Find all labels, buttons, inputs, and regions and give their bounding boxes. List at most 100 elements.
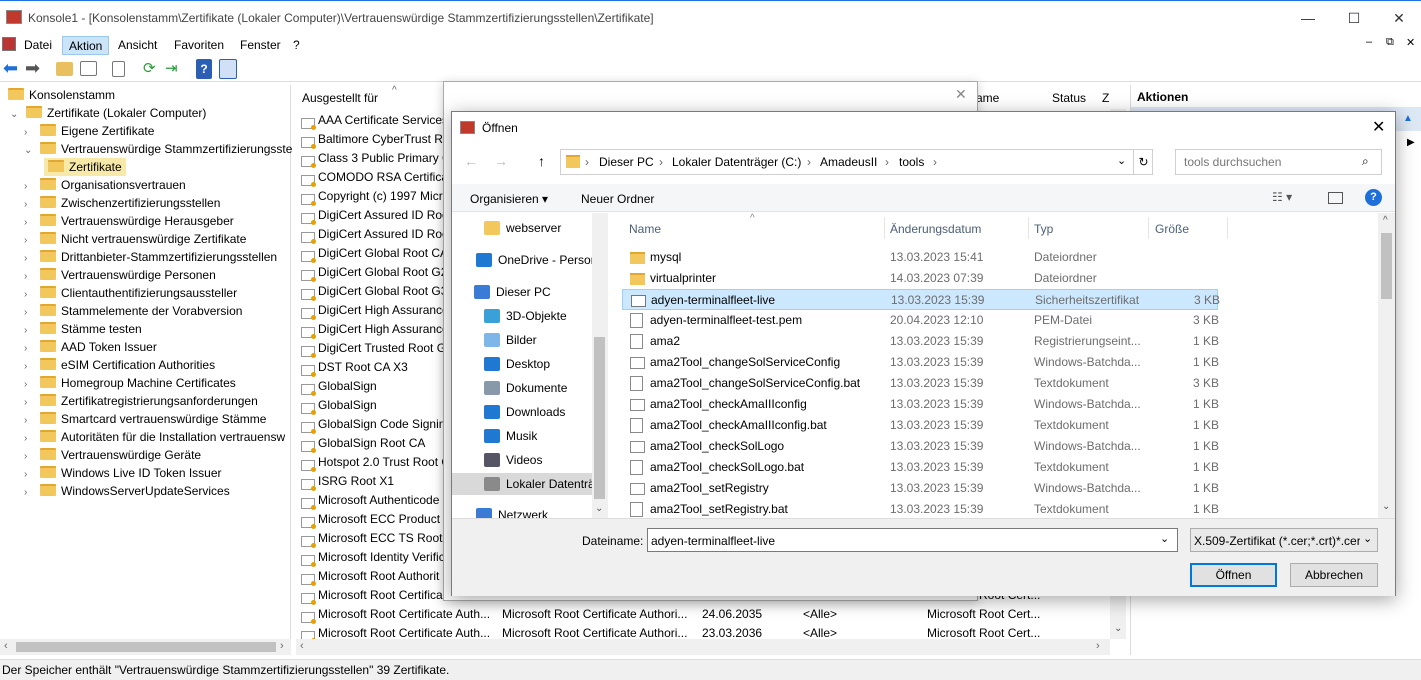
tree-item[interactable]: › eSIM Certification Authorities: [24, 356, 215, 374]
bg-dialog-close-icon[interactable]: ✕: [955, 86, 967, 103]
tree-item[interactable]: › Stämme testen: [24, 320, 142, 338]
file-row[interactable]: adyen-terminalfleet-test.pem 20.04.2023 1…: [622, 310, 1219, 331]
file-row[interactable]: ama2Tool_checkAmaIIIconfig.bat 13.03.2023…: [622, 415, 1219, 436]
nav-item[interactable]: Downloads: [484, 401, 565, 423]
search-input[interactable]: tools durchsuchen: [1175, 149, 1382, 175]
tree-item[interactable]: › Nicht vertrauenswürdige Zertifikate: [24, 230, 246, 248]
file-row[interactable]: ama2Tool_changeSolServiceConfig.bat 13.03…: [622, 373, 1219, 394]
new-folder-button[interactable]: Neuer Ordner: [581, 192, 654, 206]
nav-item[interactable]: Desktop: [484, 353, 550, 375]
nav-item[interactable]: Dieser PC: [474, 281, 551, 303]
breadcrumb-local-disk[interactable]: Lokaler Datenträger (C:): [672, 155, 801, 169]
open-button[interactable]: Öffnen: [1190, 563, 1277, 587]
collapse-arrow-icon[interactable]: ⌄: [24, 142, 36, 160]
folder-row[interactable]: mysql 13.03.2023 15:41 Dateiordner: [622, 247, 1218, 268]
col-name[interactable]: Name: [629, 222, 661, 236]
tree-item[interactable]: › Windows Live ID Token Issuer: [24, 464, 222, 482]
tree-item[interactable]: › Clientauthentifizierungsaussteller: [24, 284, 237, 302]
breadcrumb-amadeus[interactable]: AmadeusII: [820, 155, 877, 169]
file-row[interactable]: ama2Tool_checkSolLogo 13.03.2023 15:39 Win…: [622, 436, 1219, 457]
breadcrumb-tools[interactable]: tools: [899, 155, 924, 169]
tree-item[interactable]: › Eigene Zertifikate: [24, 122, 154, 140]
tree-item[interactable]: › Organisationsvertrauen: [24, 176, 186, 194]
tree-item[interactable]: › Vertrauenswürdige Herausgeber: [24, 212, 234, 230]
nav-item[interactable]: webserver: [484, 217, 561, 239]
folder-row[interactable]: virtualprinter 14.03.2023 07:39 Dateiordne…: [622, 268, 1218, 289]
menu-datei[interactable]: Datei: [18, 36, 58, 55]
nav-up-icon[interactable]: ↑: [538, 153, 545, 169]
tree-item[interactable]: › Autoritäten für die Installation vertra…: [24, 428, 285, 446]
address-refresh-icon[interactable]: ↻: [1133, 150, 1153, 174]
maximize-button[interactable]: ☐: [1331, 1, 1377, 35]
nav-item[interactable]: Netzwerk: [476, 504, 548, 518]
close-button[interactable]: ✕: [1376, 1, 1421, 35]
col-date[interactable]: Änderungsdatum: [890, 222, 981, 236]
minimize-button[interactable]: —: [1285, 1, 1331, 35]
forward-icon[interactable]: ➡: [25, 59, 45, 79]
nav-item[interactable]: Dokumente: [484, 377, 567, 399]
file-row[interactable]: adyen-terminalfleet-live 13.03.2023 15:39…: [622, 289, 1220, 310]
tree-item[interactable]: Zertifikate: [44, 158, 126, 176]
file-row[interactable]: ama2 13.03.2023 15:39 Registrierungseint..…: [622, 331, 1219, 352]
tree-horizontal-scrollbar[interactable]: ‹ ›: [0, 639, 291, 655]
back-icon[interactable]: ⬅: [3, 59, 23, 79]
nav-item[interactable]: Videos: [484, 449, 542, 471]
col-issued-to[interactable]: Ausgestellt für: [302, 85, 378, 111]
menu-help[interactable]: ?: [287, 36, 306, 55]
file-row[interactable]: ama2Tool_changeSolServiceConfig 13.03.202…: [622, 352, 1219, 373]
expand-arrow-icon[interactable]: ›: [24, 484, 36, 502]
col-status[interactable]: Status: [1052, 85, 1086, 111]
tree-item[interactable]: Konsolenstamm: [4, 86, 115, 104]
actions-collapse-icon[interactable]: ▲: [1403, 113, 1413, 124]
show-hide-tree-icon[interactable]: [80, 61, 97, 76]
filename-dropdown-icon[interactable]: ⌄: [1160, 532, 1169, 545]
preview-pane-icon[interactable]: [1328, 192, 1343, 204]
nav-back-icon[interactable]: ←: [464, 153, 478, 169]
nav-item[interactable]: 3D-Objekte: [484, 305, 567, 327]
nav-forward-icon[interactable]: →: [494, 153, 508, 169]
col-type[interactable]: Typ: [1034, 222, 1053, 236]
list-horizontal-scrollbar[interactable]: ‹ ›: [296, 639, 1110, 655]
file-row[interactable]: ama2Tool_setRegistry.bat 13.03.2023 15:39…: [622, 499, 1219, 518]
certificate-row[interactable]: Microsoft Root Certificate Auth... Micros…: [296, 605, 1116, 624]
cancel-button[interactable]: Abbrechen: [1290, 563, 1378, 587]
export-list-icon[interactable]: ⇥: [165, 59, 185, 79]
dialog-help-icon[interactable]: ?: [1365, 189, 1382, 206]
nav-item[interactable]: Bilder: [484, 329, 537, 351]
tree-item[interactable]: › Drittanbieter-Stammzertifizierungsstell…: [24, 248, 277, 266]
tree-item[interactable]: › Stammelemente der Vorabversion: [24, 302, 242, 320]
organize-button[interactable]: Organisieren ▾: [470, 192, 548, 206]
mdi-close-button[interactable]: ✕: [1406, 36, 1415, 49]
menu-ansicht[interactable]: Ansicht: [112, 36, 163, 55]
col-z[interactable]: Z: [1102, 85, 1109, 111]
help-icon[interactable]: ?: [196, 59, 212, 79]
view-options-icon[interactable]: ☷ ▾: [1272, 190, 1292, 204]
menu-favoriten[interactable]: Favoriten: [168, 36, 230, 55]
collapse-arrow-icon[interactable]: ⌄: [10, 106, 22, 124]
actions-expand-icon[interactable]: ▶: [1407, 137, 1415, 148]
tree-item[interactable]: › Zwischenzertifizierungsstellen: [24, 194, 220, 212]
tree-item[interactable]: › WindowsServerUpdateServices: [24, 482, 230, 500]
up-folder-icon[interactable]: [56, 62, 73, 76]
nav-scrollbar[interactable]: ⌄: [592, 213, 608, 518]
menu-fenster[interactable]: Fenster: [234, 36, 287, 55]
nav-item[interactable]: Musik: [484, 425, 537, 447]
nav-item[interactable]: OneDrive - Persor: [476, 249, 595, 271]
file-row[interactable]: ama2Tool_setRegistry 13.03.2023 15:39 Wind…: [622, 478, 1219, 499]
tree-item[interactable]: › Vertrauenswürdige Personen: [24, 266, 216, 284]
nav-item[interactable]: Lokaler Datenträ: [452, 473, 595, 495]
col-friendly-name[interactable]: ame: [976, 85, 999, 111]
file-row[interactable]: ama2Tool_checkAmaIIIconfig 13.03.2023 15:…: [622, 394, 1219, 415]
file-type-filter[interactable]: X.509-Zertifikat (*.cer;*.crt)*.cer ⌄: [1190, 528, 1378, 552]
tree-item[interactable]: ⌄ Zertifikate (Lokaler Computer): [10, 104, 206, 122]
tree-item[interactable]: › Vertrauenswürdige Geräte: [24, 446, 201, 464]
tree-item[interactable]: › AAD Token Issuer: [24, 338, 157, 356]
dialog-close-button[interactable]: ✕: [1372, 112, 1385, 144]
menu-aktion[interactable]: Aktion: [62, 36, 110, 55]
tree-item[interactable]: ⌄ Vertrauenswürdige Stammzertifizierungss…: [24, 140, 292, 158]
tree-item[interactable]: › Zertifikatregistrierungsanforderungen: [24, 392, 258, 410]
mdi-restore-button[interactable]: ⧉: [1386, 36, 1394, 49]
tree-item[interactable]: › Homegroup Machine Certificates: [24, 374, 236, 392]
file-row[interactable]: ama2Tool_checkSolLogo.bat 13.03.2023 15:3…: [622, 457, 1219, 478]
address-dropdown-icon[interactable]: ⌄: [1117, 154, 1126, 167]
